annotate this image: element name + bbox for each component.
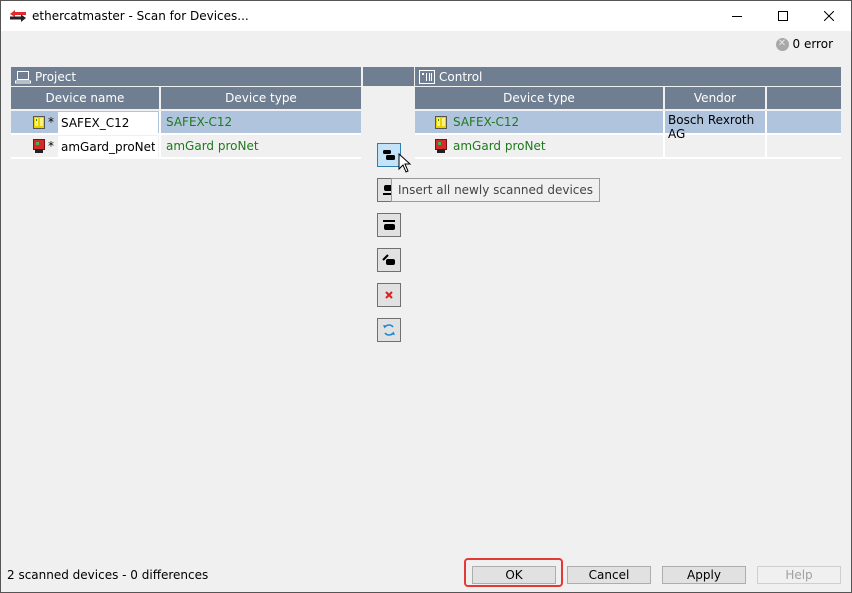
col-control-device-type[interactable]: Device type — [415, 87, 665, 109]
scan-status: 2 scanned devices - 0 differences — [7, 568, 209, 582]
control-panel-header: Control — [415, 67, 841, 86]
project-title: Project — [35, 69, 77, 84]
rescan-button[interactable] — [377, 318, 401, 342]
control-row[interactable]: amGard proNet — [415, 135, 841, 159]
delete-button[interactable] — [377, 283, 401, 307]
control-title: Control — [439, 69, 483, 84]
control-device-type: amGard proNet — [453, 139, 546, 153]
error-circle-icon: ✕ — [775, 37, 789, 51]
replace-button[interactable] — [377, 213, 401, 237]
middle-header — [363, 67, 414, 86]
window-title: ethercatmaster - Scan for Devices... — [32, 9, 249, 23]
extra-cell — [767, 135, 841, 157]
red-device-icon — [435, 139, 447, 153]
close-icon — [824, 11, 834, 21]
title-bar: ethercatmaster - Scan for Devices... — [1, 1, 851, 31]
apply-button[interactable]: Apply — [662, 566, 746, 584]
refresh-icon — [383, 324, 395, 336]
ok-button[interactable]: OK — [472, 566, 556, 584]
maximize-icon — [778, 11, 788, 21]
modified-marker: * — [48, 139, 54, 153]
maximize-button[interactable] — [760, 1, 806, 31]
project-row[interactable]: * SAFEX-C12 — [11, 111, 361, 135]
device-type-cell: amGard proNet — [166, 139, 259, 153]
control-cabinet-icon — [419, 69, 435, 84]
col-device-type[interactable]: Device type — [161, 87, 361, 109]
computer-icon — [15, 70, 31, 83]
vendor-cell — [665, 135, 767, 157]
project-row[interactable]: * amGard proNet — [11, 135, 361, 159]
cancel-button[interactable]: Cancel — [567, 566, 651, 584]
control-row[interactable]: SAFEX-C12 Bosch Rexroth AG — [415, 111, 841, 141]
device-name-input[interactable] — [58, 136, 158, 157]
col-device-name[interactable]: Device name — [11, 87, 161, 109]
col-extra[interactable] — [767, 87, 841, 109]
minimize-icon — [732, 16, 742, 17]
move-icon — [382, 254, 395, 265]
vendor-cell: Bosch Rexroth AG — [665, 111, 767, 141]
mouse-cursor-icon — [398, 153, 412, 173]
modified-marker: * — [48, 115, 54, 129]
close-button[interactable] — [806, 1, 852, 31]
col-vendor[interactable]: Vendor — [665, 87, 767, 109]
scan-devices-window: ethercatmaster - Scan for Devices... ✕ 0… — [0, 0, 852, 593]
error-count: 0 error — [792, 37, 834, 51]
yellow-device-icon — [435, 116, 447, 129]
insert-all-icon — [383, 150, 395, 160]
device-type-cell: SAFEX-C12 — [166, 115, 233, 129]
minimize-button[interactable] — [714, 1, 760, 31]
error-status: ✕ 0 error — [775, 37, 834, 51]
project-panel-header: Project — [11, 67, 361, 86]
move-button[interactable] — [377, 248, 401, 272]
red-device-icon — [33, 139, 45, 153]
ethercat-arrows-icon — [10, 10, 26, 22]
extra-cell — [767, 111, 841, 133]
yellow-device-icon — [33, 116, 45, 129]
red-x-icon — [385, 291, 393, 299]
control-device-type: SAFEX-C12 — [453, 115, 520, 129]
tooltip: Insert all newly scanned devices — [391, 178, 601, 202]
help-button[interactable]: Help — [757, 566, 841, 584]
device-name-input[interactable] — [58, 112, 158, 133]
replace-icon — [383, 220, 395, 230]
